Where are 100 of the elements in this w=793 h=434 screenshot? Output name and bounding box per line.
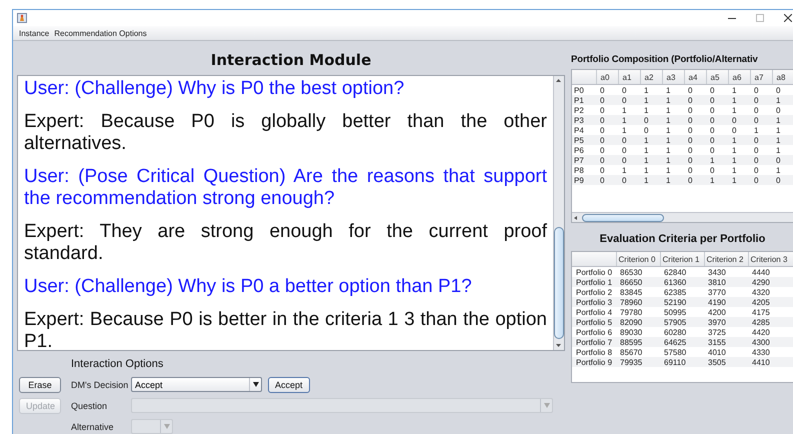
table-cell: 3725 (704, 327, 748, 337)
table-cell: 1 (772, 125, 793, 135)
table-cell: 1 (640, 155, 662, 165)
scrollbar[interactable] (553, 76, 564, 350)
table-cell: 1 (618, 105, 640, 115)
table-cell: 1 (706, 175, 728, 185)
table-cell: 3155 (704, 337, 748, 347)
scroll-left-icon[interactable] (572, 214, 580, 222)
table-cell: 79935 (616, 357, 660, 367)
table-cell: 64625 (660, 337, 704, 347)
table-cell: 0 (706, 125, 728, 135)
table-cell: 3970 (704, 317, 748, 327)
column-header[interactable]: a6 (728, 70, 750, 84)
message-text: User: (Pose Critical Question) Are the reasons that support the recommendation strong enough? (24, 166, 547, 210)
table-cell: 0 (596, 155, 618, 165)
decision-dropdown[interactable]: Accept (131, 377, 262, 392)
table-cell: 0 (684, 125, 706, 135)
table-cell: 0 (750, 155, 772, 165)
table-cell: 0 (728, 125, 750, 135)
table-cell: 0 (618, 135, 640, 145)
column-header[interactable]: Criterion 0 (616, 252, 660, 266)
table-cell: 0 (684, 115, 706, 125)
horizontal-scrollbar[interactable] (572, 212, 793, 222)
table-cell: 0 (640, 115, 662, 125)
table-cell: 0 (684, 95, 706, 105)
column-header[interactable]: a5 (706, 70, 728, 84)
maximize-icon[interactable] (756, 14, 764, 22)
table-cell: 0 (772, 175, 793, 185)
column-header[interactable]: a7 (750, 70, 772, 84)
table-cell: 1 (728, 165, 750, 175)
column-header[interactable]: a1 (618, 70, 640, 84)
row-label: Portfolio 1 (572, 277, 616, 287)
table-cell: 0 (706, 115, 728, 125)
table-cell: 0 (728, 115, 750, 125)
message-text: User: (Challenge) Why is P0 a better option than P1? (24, 276, 473, 298)
table-cell: 1 (640, 135, 662, 145)
table-cell: 0 (750, 95, 772, 105)
table-cell: 78960 (616, 297, 660, 307)
table-cell: 1 (662, 145, 684, 155)
row-label: P9 (572, 175, 596, 185)
table-cell: 0 (750, 165, 772, 175)
table-cell: 88595 (616, 337, 660, 347)
table-cell: 1 (618, 125, 640, 135)
row-label: Portfolio 4 (572, 307, 616, 317)
caret-icon (164, 424, 170, 429)
table-cell: 0 (618, 175, 640, 185)
table-cell: 62385 (660, 287, 704, 297)
table-cell: 0 (750, 105, 772, 115)
table-cell: 0 (684, 105, 706, 115)
table-cell: 0 (750, 145, 772, 155)
table-cell: 1 (772, 135, 793, 145)
table-cell: 0 (596, 165, 618, 175)
column-header[interactable]: Criterion 3 (748, 252, 793, 266)
table-cell: 86650 (616, 277, 660, 287)
table-cell: 1 (728, 105, 750, 115)
menu-item[interactable]: Instance (19, 28, 50, 38)
table-cell: 3810 (704, 277, 748, 287)
table-cell: 0 (684, 135, 706, 145)
erase-button[interactable]: Erase (19, 376, 61, 392)
table-cell: 0 (772, 105, 793, 115)
table-cell: 0 (706, 105, 728, 115)
table-cell: 1 (662, 175, 684, 185)
table-cell: 0 (706, 145, 728, 155)
table-cell: 0 (684, 84, 706, 95)
table-cell: 89030 (616, 327, 660, 337)
column-header[interactable]: a4 (684, 70, 706, 84)
accept-button[interactable]: Accept (268, 376, 310, 392)
table-cell: 83845 (616, 287, 660, 297)
table-cell: 0 (618, 145, 640, 155)
table-cell: 0 (596, 145, 618, 155)
table-cell: 4175 (748, 307, 793, 317)
column-header[interactable]: a0 (596, 70, 618, 84)
column-header[interactable]: Criterion 1 (660, 252, 704, 266)
table-cell: 1 (640, 175, 662, 185)
table-cell: 1 (728, 175, 750, 185)
table-cell: 1 (772, 115, 793, 125)
table-cell: 1 (772, 165, 793, 175)
column-header[interactable]: a3 (662, 70, 684, 84)
message-text: User: (Challenge) Why is P0 the best option? (24, 78, 406, 100)
table-cell: 4440 (748, 266, 793, 277)
table-cell: 0 (618, 84, 640, 95)
table-cell: 1 (706, 155, 728, 165)
column-header[interactable]: a2 (640, 70, 662, 84)
table-cell: 57905 (660, 317, 704, 327)
table-cell: 85670 (616, 347, 660, 357)
scroll-thumb[interactable] (582, 214, 664, 222)
table-cell: 57580 (660, 347, 704, 357)
close-icon[interactable] (784, 14, 792, 22)
message-text: Expert: They are strong enough for the current proof standard. (24, 221, 547, 265)
table-cell: 4330 (748, 347, 793, 357)
table-cell: 0 (618, 155, 640, 165)
column-header[interactable]: a8 (772, 70, 793, 84)
table-cell: 4200 (704, 307, 748, 317)
table-cell: 0 (684, 145, 706, 155)
column-header[interactable]: Criterion 2 (704, 252, 748, 266)
scroll-thumb[interactable] (554, 227, 564, 339)
menu-item[interactable]: Recommendation Options (54, 28, 147, 38)
table-cell: 1 (662, 95, 684, 105)
table-cell: 1 (662, 115, 684, 125)
table-cell: 0 (596, 115, 618, 125)
